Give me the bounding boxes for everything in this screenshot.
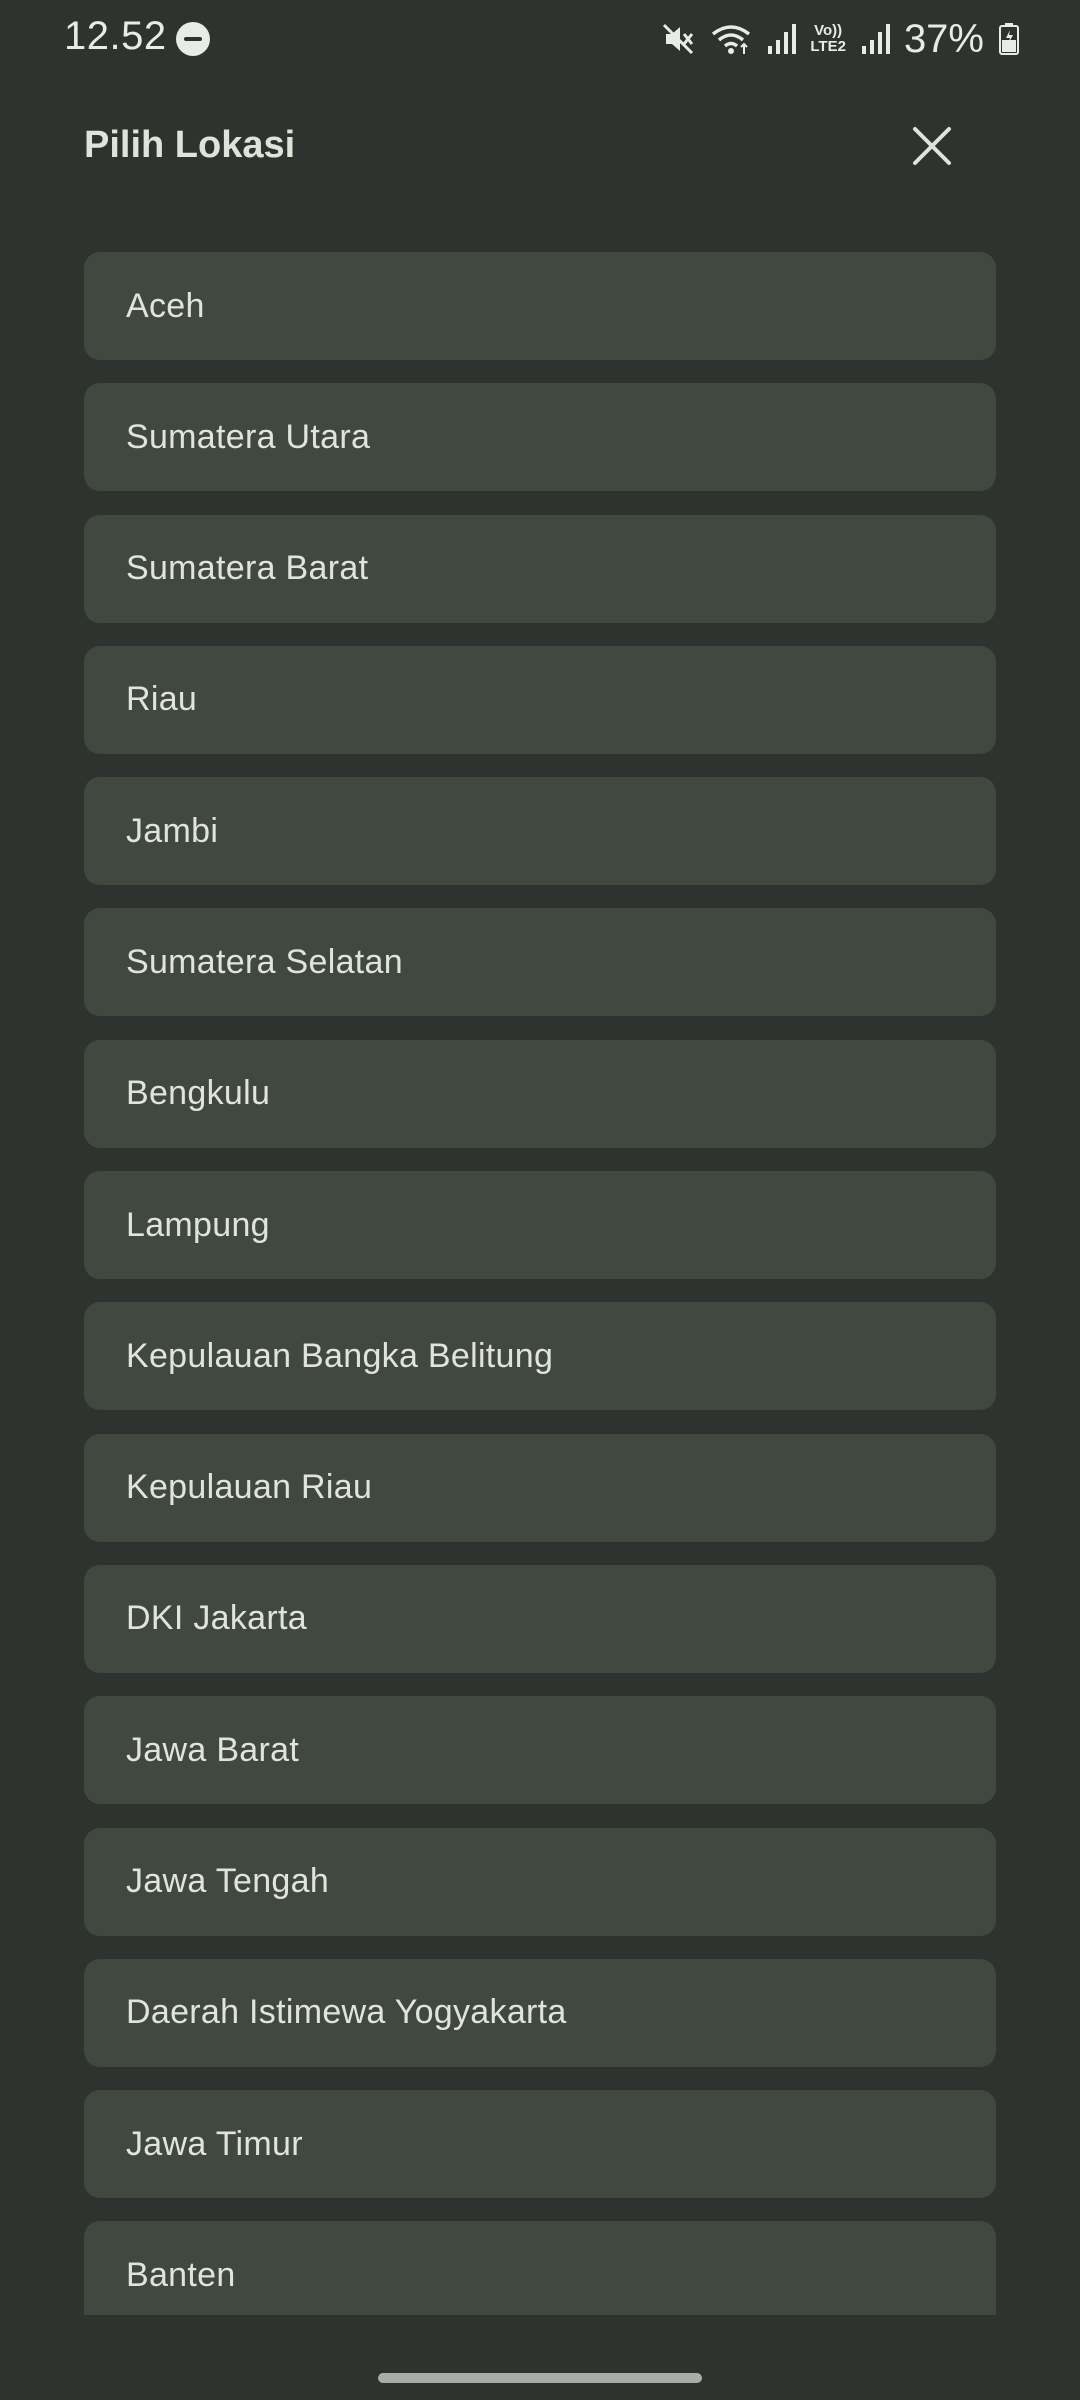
location-item-label: Jawa Timur (126, 2124, 303, 2163)
location-item-label: Aceh (126, 286, 205, 325)
home-indicator[interactable] (378, 2373, 702, 2383)
location-item[interactable]: Kepulauan Bangka Belitung (84, 1302, 996, 1411)
location-item-label: Kepulauan Bangka Belitung (126, 1336, 554, 1375)
status-time: 12.52 (64, 14, 167, 58)
close-button[interactable] (896, 112, 968, 184)
location-item[interactable]: Aceh (84, 252, 996, 360)
location-item[interactable]: Kepulauan Riau (84, 1433, 996, 1542)
location-list[interactable]: Aceh Sumatera Utara Sumatera Barat Riau Jamb… (84, 252, 996, 2315)
status-icons: Vo)) LTE2 37% (662, 12, 1020, 66)
location-item-label: Sumatera Utara (126, 417, 371, 456)
close-icon (912, 126, 952, 171)
location-item-label: Jawa Barat (126, 1730, 300, 1769)
volte-label: Vo)) (814, 22, 843, 39)
location-item-label: Jambi (126, 811, 219, 850)
page-title: Pilih Lokasi (84, 124, 296, 166)
location-item[interactable]: Jambi (84, 777, 996, 886)
lte-label: LTE2 (810, 38, 846, 55)
battery-percentage: 37% (903, 16, 984, 61)
location-item[interactable]: Lampung (84, 1171, 996, 1280)
mute-icon (662, 22, 696, 56)
location-item[interactable]: Sumatera Utara (84, 383, 996, 492)
location-item-label: Kepulauan Riau (126, 1468, 373, 1507)
location-item-label: Jawa Tengah (126, 1862, 330, 1901)
location-item[interactable]: Jawa Barat (84, 1696, 996, 1805)
location-item-label: Sumatera Selatan (126, 942, 403, 981)
location-item[interactable]: Daerah Istimewa Yogyakarta (84, 1958, 996, 2067)
signal-icon (766, 22, 797, 56)
location-item-label: Bengkulu (126, 1074, 271, 1113)
volte-lte-indicator: Vo)) LTE2 (810, 23, 846, 55)
location-item-label: Riau (126, 680, 198, 719)
signal-icon (860, 22, 890, 56)
location-item[interactable]: Jawa Tengah (84, 1827, 996, 1936)
location-item[interactable]: Sumatera Selatan (84, 908, 996, 1017)
do-not-disturb-icon (176, 22, 210, 56)
location-item[interactable]: Banten (84, 2221, 996, 2315)
location-item[interactable]: Jawa Timur (84, 2090, 996, 2199)
location-item[interactable]: Sumatera Barat (84, 514, 996, 623)
location-item-label: Daerah Istimewa Yogyakarta (126, 1993, 567, 2032)
location-item-label: Sumatera Barat (126, 549, 369, 588)
location-item-label: Banten (126, 2255, 236, 2294)
battery-charging-icon (998, 22, 1020, 56)
location-item-label: Lampung (126, 1205, 270, 1244)
status-bar: 12.52 Vo)) LTE2 37% (0, 0, 1080, 78)
wifi-icon (710, 22, 752, 56)
location-item[interactable]: Bengkulu (84, 1039, 996, 1148)
location-item[interactable]: DKI Jakarta (84, 1564, 996, 1673)
location-item-label: DKI Jakarta (126, 1599, 307, 1638)
location-item[interactable]: Riau (84, 645, 996, 754)
